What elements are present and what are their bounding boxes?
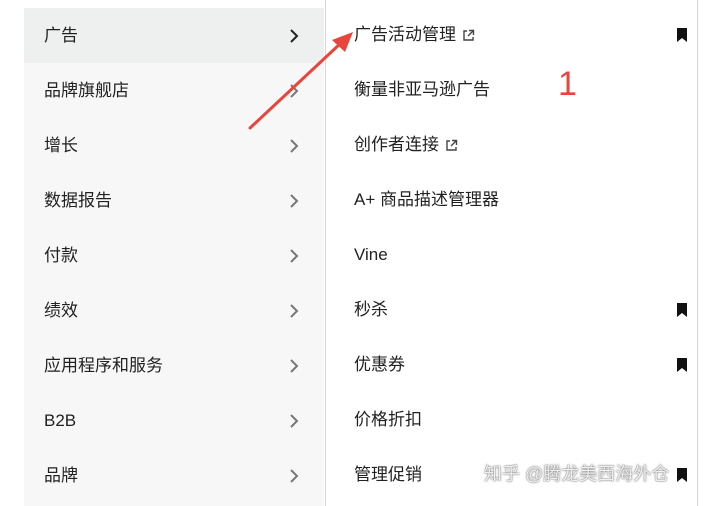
annotation-arrow <box>248 32 353 130</box>
watermark: 知乎 @腾龙美西海外仓 <box>484 464 670 484</box>
annotation-number: 1 <box>558 65 577 103</box>
